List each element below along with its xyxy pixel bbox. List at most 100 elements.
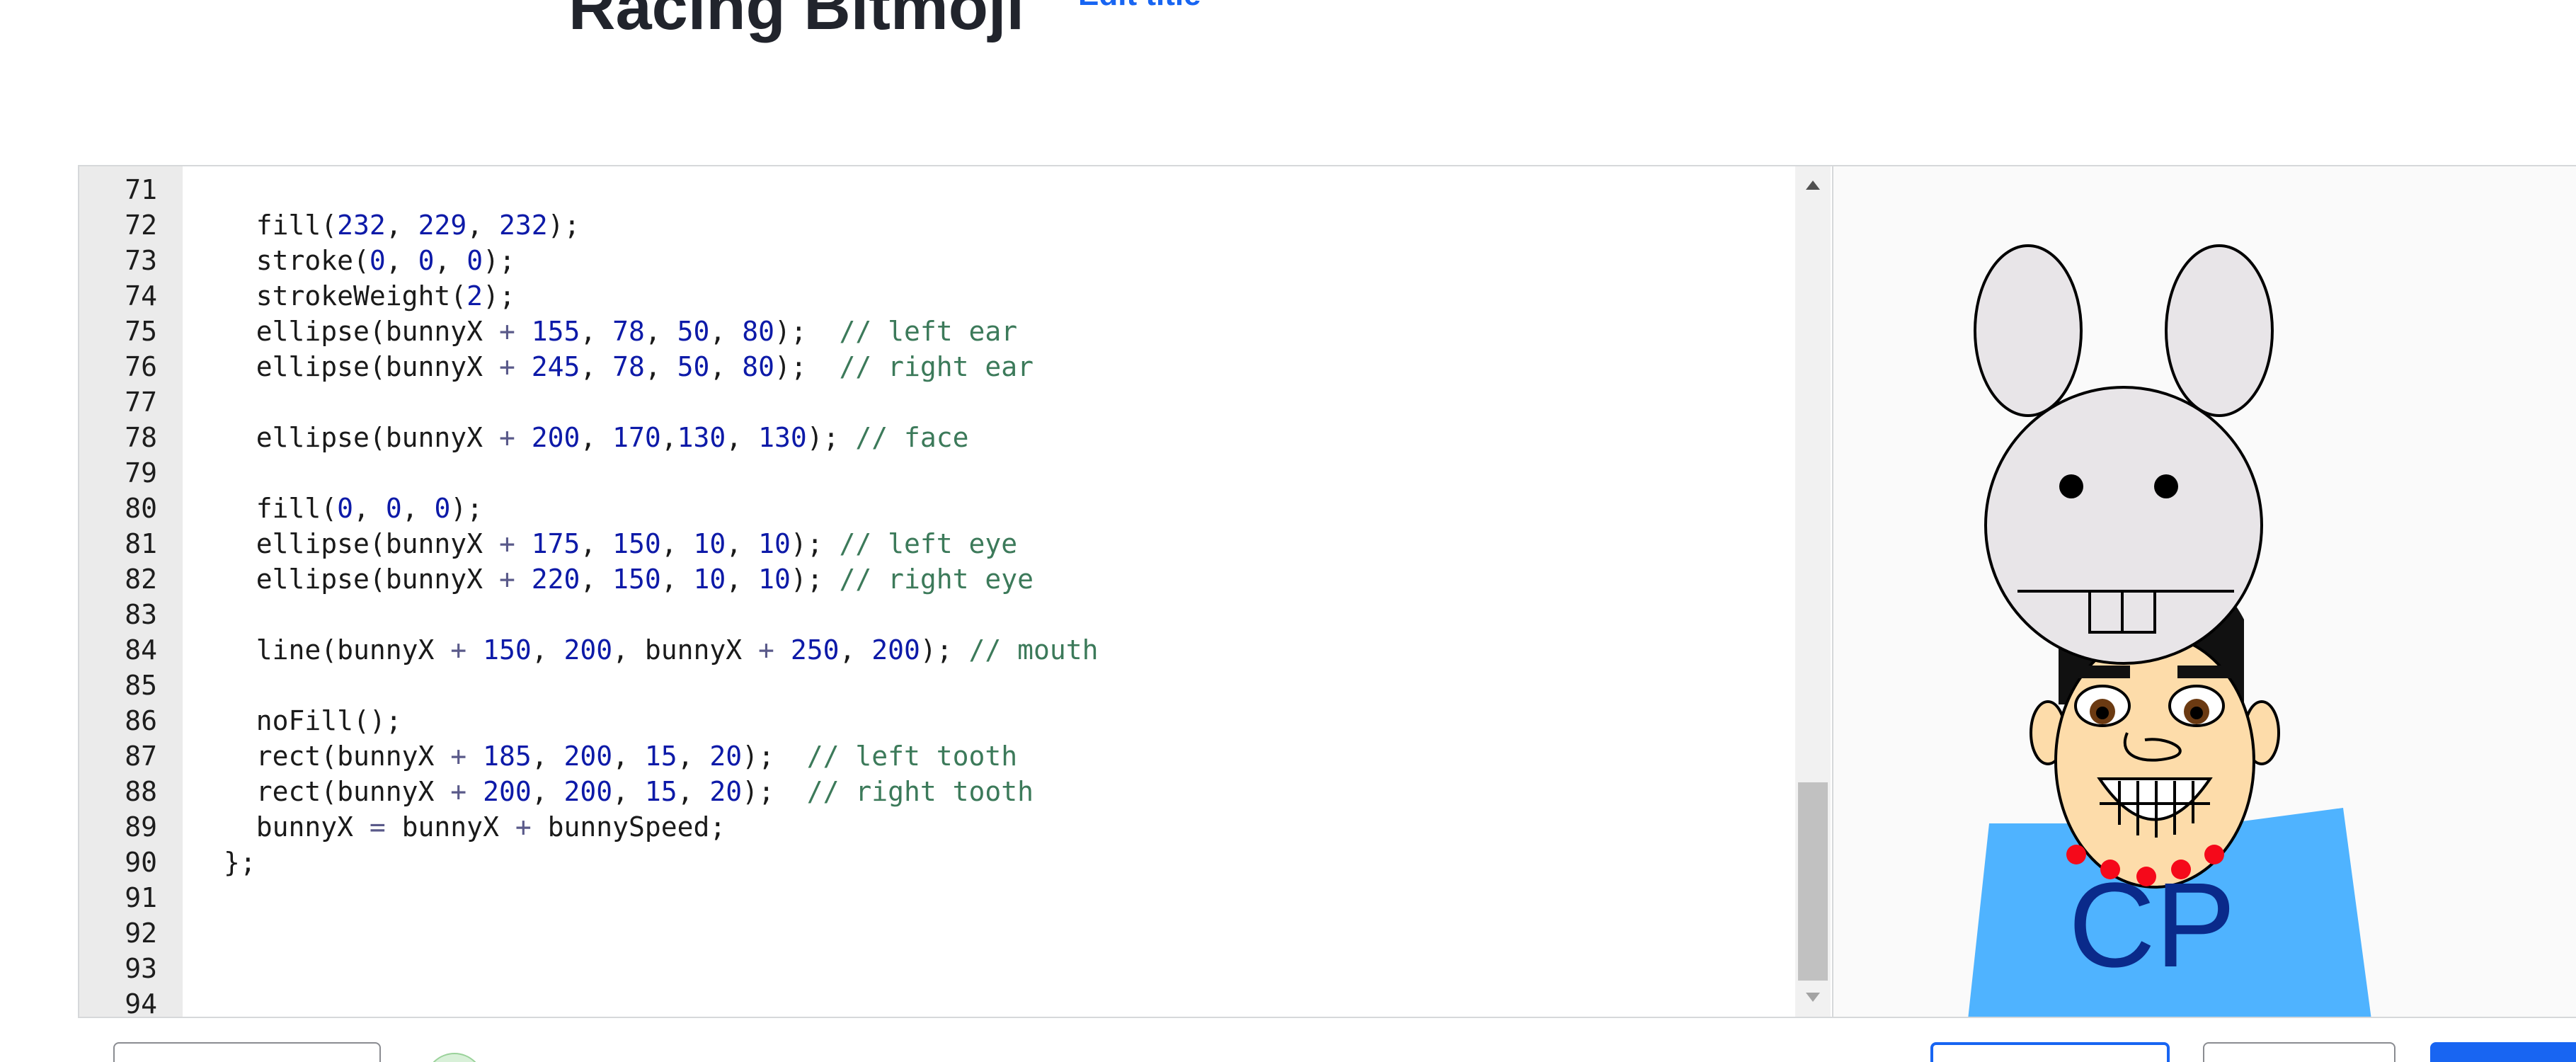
- left-eyebrow: [2072, 666, 2130, 678]
- code-line[interactable]: ellipse(bunnyX + 200, 170,130, 130); // …: [224, 420, 969, 455]
- code-token: );: [920, 634, 969, 666]
- line-number: 72: [125, 210, 157, 241]
- code-token: ellipse(bunnyX: [224, 422, 499, 453]
- code-token: ,: [839, 634, 872, 666]
- line-number: 77: [125, 387, 157, 418]
- line-number: 94: [125, 988, 157, 1020]
- code-token: bunnyX: [385, 811, 515, 843]
- code-token: );: [790, 564, 840, 595]
- code-token: ,: [612, 776, 645, 807]
- code-token: ,: [434, 245, 467, 276]
- line-number: 80: [125, 493, 157, 524]
- line-number: 74: [125, 280, 157, 312]
- code-token: ,: [580, 316, 613, 347]
- number-token: 0: [369, 245, 386, 276]
- number-token: 185: [483, 741, 532, 772]
- code-line[interactable]: stroke(0, 0, 0);: [224, 243, 515, 278]
- code-token: );: [774, 351, 840, 382]
- operator-token: +: [450, 741, 467, 772]
- code-token: ,: [726, 528, 759, 559]
- code-line[interactable]: ellipse(bunnyX + 245, 78, 50, 80); // ri…: [224, 349, 1034, 384]
- number-token: 170: [612, 422, 661, 453]
- code-line[interactable]: noFill();: [224, 703, 402, 738]
- code-token: stroke(: [224, 245, 370, 276]
- code-line[interactable]: ellipse(bunnyX + 220, 150, 10, 10); // r…: [224, 561, 1034, 597]
- code-line[interactable]: };: [224, 845, 256, 880]
- code-token: ,: [644, 351, 677, 382]
- number-token: 50: [677, 351, 710, 382]
- code-token: ,: [660, 528, 694, 559]
- code-line[interactable]: strokeWeight(2);: [224, 278, 515, 314]
- code-token: ,: [612, 741, 645, 772]
- code-line[interactable]: rect(bunnyX + 200, 200, 15, 20); // righ…: [224, 774, 1034, 809]
- editor-scrollbar[interactable]: [1795, 166, 1831, 1017]
- operator-token: +: [498, 528, 515, 559]
- scrollbar-thumb[interactable]: [1798, 782, 1828, 981]
- comment-token: // left eye: [839, 528, 1018, 559]
- code-token: ,: [385, 210, 418, 241]
- code-token: );: [806, 422, 856, 453]
- line-number: 71: [125, 174, 157, 205]
- line-number: 76: [125, 351, 157, 382]
- number-token: 10: [758, 528, 791, 559]
- code-token: rect(bunnyX: [224, 741, 451, 772]
- code-token: ,: [580, 351, 613, 382]
- code-token: );: [547, 210, 580, 241]
- status-circle-icon[interactable]: [425, 1053, 484, 1062]
- line-number: 75: [125, 316, 157, 347]
- number-token: 78: [612, 316, 645, 347]
- code-token: ,: [385, 245, 418, 276]
- bunny-right-eye: [2154, 474, 2178, 498]
- code-line[interactable]: fill(0, 0, 0);: [224, 491, 483, 526]
- number-token: 229: [418, 210, 467, 241]
- number-token: 80: [742, 351, 774, 382]
- save-button[interactable]: [2430, 1042, 2576, 1062]
- save-as-button[interactable]: [1930, 1042, 2170, 1062]
- scroll-down-arrow-icon[interactable]: [1795, 983, 1831, 1011]
- code-token: rect(bunnyX: [224, 776, 451, 807]
- code-token: );: [450, 493, 483, 524]
- restart-button[interactable]: [113, 1042, 381, 1062]
- line-number: 89: [125, 811, 157, 843]
- line-number: 85: [125, 670, 157, 701]
- code-token: ,: [580, 528, 613, 559]
- number-token: 150: [612, 528, 661, 559]
- code-token: , bunnyX: [612, 634, 759, 666]
- right-pupil: [2190, 707, 2203, 719]
- number-token: 200: [483, 776, 532, 807]
- code-line[interactable]: rect(bunnyX + 185, 200, 15, 20); // left…: [224, 738, 1017, 774]
- bunny-left-eye: [2059, 474, 2083, 498]
- code-editor[interactable]: fill(232, 229, 232); stroke(0, 0, 0); st…: [183, 166, 1797, 1017]
- code-token: );: [790, 528, 840, 559]
- operator-token: +: [498, 316, 515, 347]
- scroll-up-arrow-icon[interactable]: [1795, 172, 1831, 200]
- code-token: ellipse(bunnyX: [224, 351, 499, 382]
- code-token: ,: [353, 493, 386, 524]
- number-token: 10: [693, 528, 726, 559]
- number-token: 15: [644, 776, 677, 807]
- line-number: 92: [125, 918, 157, 949]
- number-token: 10: [758, 564, 791, 595]
- output-canvas[interactable]: CP: [1832, 166, 2576, 1017]
- operator-token: +: [450, 776, 467, 807]
- number-token: 200: [871, 634, 920, 666]
- code-token: ,: [709, 351, 743, 382]
- code-line[interactable]: line(bunnyX + 150, 200, bunnyX + 250, 20…: [224, 632, 1099, 668]
- code-line[interactable]: ellipse(bunnyX + 175, 150, 10, 10); // l…: [224, 526, 1017, 561]
- operator-token: +: [450, 634, 467, 666]
- code-line[interactable]: fill(232, 229, 232);: [224, 207, 580, 243]
- share-button[interactable]: [2203, 1042, 2395, 1062]
- code-line[interactable]: ellipse(bunnyX + 155, 78, 50, 80); // le…: [224, 314, 1017, 349]
- number-token: 245: [531, 351, 580, 382]
- number-token: 10: [693, 564, 726, 595]
- code-line[interactable]: bunnyX = bunnyX + bunnySpeed;: [224, 809, 726, 845]
- line-number: 73: [125, 245, 157, 276]
- edit-title-link[interactable]: Edit title: [1078, 0, 1201, 13]
- program-title: Racing Bitmoji: [568, 0, 1025, 43]
- code-token: ,: [677, 741, 710, 772]
- operator-token: +: [498, 351, 515, 382]
